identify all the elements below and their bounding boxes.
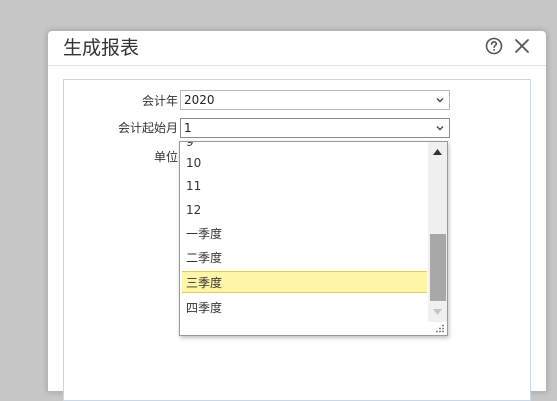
dropdown-option[interactable]: 一季度 — [182, 223, 427, 245]
resize-grip-icon[interactable] — [435, 323, 445, 333]
month-dropdown-list[interactable]: 9 10 11 12 一季度 二季度 三季度 四季度 — [179, 141, 448, 336]
fiscal-start-month-select[interactable]: 1 — [180, 118, 450, 138]
dropdown-option[interactable]: 二季度 — [182, 247, 427, 269]
dialog-header: 生成报表 — [48, 31, 546, 66]
fiscal-year-select[interactable]: 2020 — [180, 90, 450, 110]
dropdown-option[interactable]: 12 — [182, 199, 427, 221]
question-circle-icon[interactable] — [485, 37, 503, 55]
dropdown-option[interactable]: 11 — [182, 175, 427, 197]
close-icon[interactable] — [513, 37, 531, 55]
fiscal-start-month-value: 1 — [184, 121, 192, 135]
dialog-title: 生成报表 — [63, 37, 140, 59]
fiscal-year-label: 会计年 — [141, 94, 178, 108]
dropdown-scrollbar[interactable] — [428, 142, 447, 322]
dropdown-option[interactable]: 四季度 — [182, 297, 427, 319]
fiscal-start-month-label: 会计起始月 — [117, 121, 178, 135]
unit-label: 单位 — [153, 150, 178, 164]
dropdown-option[interactable]: 10 — [182, 152, 427, 174]
fiscal-year-value: 2020 — [184, 93, 215, 107]
dropdown-option-selected[interactable]: 三季度 — [182, 271, 427, 293]
scrollbar-thumb[interactable] — [430, 234, 446, 301]
chevron-down-icon — [436, 98, 444, 103]
chevron-down-icon — [436, 126, 444, 131]
scroll-down-arrow-icon[interactable] — [433, 309, 442, 315]
scroll-up-arrow-icon[interactable] — [433, 149, 442, 155]
